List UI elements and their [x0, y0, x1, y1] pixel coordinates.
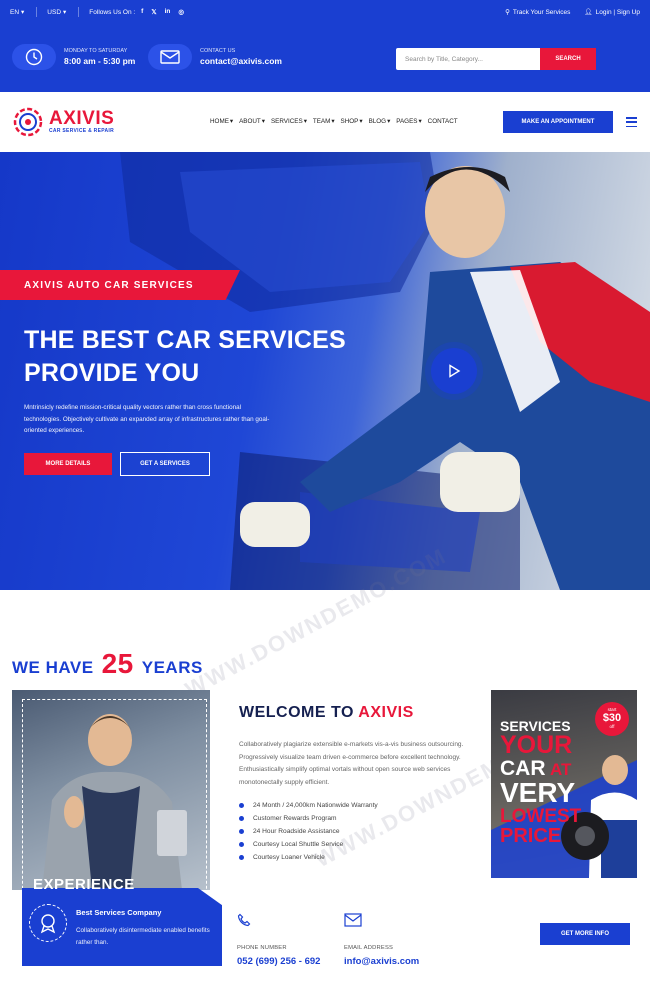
chevron-down-icon: ▾ — [418, 118, 422, 125]
search-button[interactable]: SEARCH — [540, 48, 596, 70]
list-item: Courtesy Local Shuttle Service — [239, 838, 378, 851]
bullet-icon — [239, 829, 244, 834]
more-details-button[interactable]: MORE DETAILS — [24, 453, 112, 475]
main-nav: AXIVIS CAR SERVICE & REPAIR HOME ▾ ABOUT ▾… — [0, 92, 650, 152]
location-pin-icon: ⚲ — [505, 9, 510, 16]
award-icon — [29, 904, 67, 942]
welcome-description: Collaboratively plagiarize extensible e-… — [239, 741, 464, 786]
hours-label: MONDAY TO SATURDAY — [64, 48, 128, 54]
hamburger-menu-icon[interactable] — [626, 117, 637, 127]
menu-item-blog[interactable]: BLOG ▾ — [369, 118, 391, 125]
info-bar: MONDAY TO SATURDAY 8:00 am - 5:30 pm CON… — [0, 24, 650, 92]
welcome-heading: WELCOME TO AXIVIS — [239, 704, 414, 721]
clock-icon — [12, 44, 56, 70]
contact-value[interactable]: contact@axivis.com — [200, 56, 282, 66]
chevron-down-icon: ▾ — [229, 118, 234, 125]
divider — [78, 7, 80, 17]
phone-contact: PHONE NUMBER 052 (699) 256 - 692 — [237, 913, 320, 967]
hours-value: 8:00 am - 5:30 pm — [64, 56, 136, 66]
menu-item-team[interactable]: TEAM ▾ — [313, 118, 335, 125]
top-bar: EN ▾ USD ▾ Follows Us On : f 𝕏 in ◎ ⚲ Track… — [0, 0, 650, 24]
email-icon — [344, 913, 362, 927]
feature-list: 24 Month / 24,000km Nationwide Warranty … — [239, 799, 378, 864]
login-signup-link[interactable]: 👤︎ Login | Sign Up — [584, 8, 640, 17]
track-services-link[interactable]: ⚲ Track Your Services — [505, 8, 570, 17]
experience-card-description: Collaboratively disintermediate enabled … — [76, 927, 210, 946]
chevron-down-icon: ▾ — [261, 118, 265, 125]
chevron-down-icon: ▾ — [387, 118, 391, 125]
email-label: EMAIL ADDRESS — [344, 945, 394, 951]
chevron-down-icon: ▾ — [21, 9, 25, 16]
phone-value[interactable]: 052 (699) 256 - 692 — [237, 956, 320, 967]
menu-item-home[interactable]: HOME ▾ — [210, 118, 233, 125]
hero-description: Mntrinsicly redefine mission-critical qu… — [24, 404, 270, 434]
email-contact: EMAIL ADDRESS info@axivis.com — [344, 913, 419, 967]
menu-item-shop[interactable]: SHOP ▾ — [341, 118, 363, 125]
search-input[interactable]: Search by Title, Category... — [396, 48, 540, 70]
list-item: 24 Month / 24,000km Nationwide Warranty — [239, 799, 378, 812]
phone-label: PHONE NUMBER — [237, 945, 287, 951]
hero-title: THE BEST CAR SERVICES PROVIDE YOU — [24, 326, 346, 387]
phone-icon — [237, 913, 251, 927]
contact-block: CONTACT US contact@axivis.com — [148, 44, 282, 70]
price-badge: start $30 off — [595, 702, 629, 736]
logo[interactable]: AXIVIS CAR SERVICE & REPAIR — [12, 106, 114, 138]
chevron-down-icon: ▾ — [331, 118, 335, 125]
divider — [36, 7, 38, 17]
chevron-down-icon: ▾ — [63, 9, 67, 16]
chevron-down-icon: ▾ — [359, 118, 363, 125]
years-heading: WE HAVE 25 YEARS — [12, 648, 203, 679]
list-item: Customer Rewards Program — [239, 812, 378, 825]
get-services-button[interactable]: GET A SERVICES — [120, 452, 210, 476]
email-value[interactable]: info@axivis.com — [344, 956, 419, 967]
linkedin-icon[interactable]: in — [165, 8, 171, 16]
instagram-icon[interactable]: ◎ — [178, 8, 184, 16]
logo-name: AXIVIS — [49, 108, 115, 129]
menu-item-about[interactable]: ABOUT ▾ — [239, 118, 265, 125]
bullet-icon — [239, 803, 244, 808]
play-video-button[interactable] — [431, 348, 477, 394]
get-more-info-button[interactable]: GET MORE INFO — [540, 923, 630, 945]
language-select[interactable]: EN ▾ — [10, 8, 25, 17]
make-appointment-button[interactable]: MAKE AN APPOINTMENT — [503, 111, 613, 133]
hero-banner: AXIVIS AUTO CAR SERVICES THE BEST CAR SE… — [0, 152, 650, 590]
play-icon — [449, 364, 461, 378]
hero-tag: AXIVIS AUTO CAR SERVICES — [0, 270, 240, 300]
menu: HOME ▾ ABOUT ▾ SERVICES ▾ TEAM ▾ SHOP ▾ BLOG ▾… — [210, 118, 458, 125]
list-item: Courtesy Loaner Vehicle — [239, 851, 378, 864]
currency-select[interactable]: USD ▾ — [47, 8, 67, 17]
menu-item-services[interactable]: SERVICES ▾ — [271, 118, 307, 125]
bullet-icon — [239, 842, 244, 847]
bullet-icon — [239, 855, 244, 860]
hours-block: MONDAY TO SATURDAY 8:00 am - 5:30 pm — [12, 44, 135, 70]
twitter-icon[interactable]: 𝕏 — [151, 8, 156, 16]
mail-icon — [148, 44, 192, 70]
promo-headline: SERVICES YOUR CAR AT VERY LOWEST PRICE — [500, 718, 582, 847]
menu-item-contact[interactable]: CONTACT — [428, 118, 458, 125]
facebook-icon[interactable]: f — [141, 8, 143, 16]
list-item: 24 Hour Roadside Assistance — [239, 825, 378, 838]
chevron-down-icon: ▾ — [303, 118, 307, 125]
contact-label: CONTACT US — [200, 48, 236, 54]
logo-tagline: CAR SERVICE & REPAIR — [49, 128, 114, 134]
experience-label: EXPERIENCE — [33, 876, 135, 893]
experience-card-title: Best Services Company — [76, 908, 162, 917]
bullet-icon — [239, 816, 244, 821]
menu-item-pages[interactable]: PAGES ▾ — [396, 118, 421, 125]
gear-logo-icon — [13, 107, 43, 137]
follow-label: Follows Us On : — [89, 8, 136, 16]
user-icon: 👤︎ — [584, 9, 593, 16]
